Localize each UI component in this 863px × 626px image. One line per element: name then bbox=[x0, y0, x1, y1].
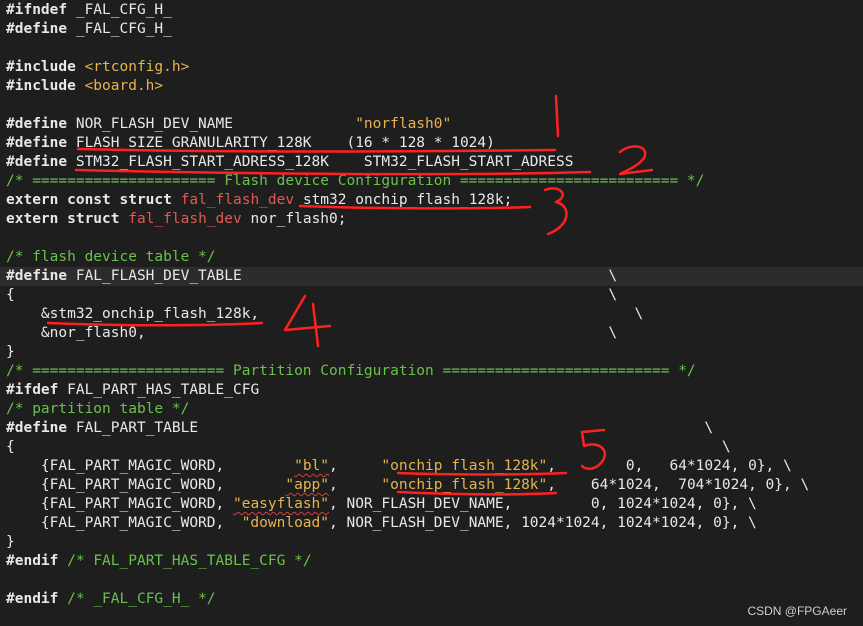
code-line[interactable]: #define FAL_PART_TABLE \ bbox=[0, 419, 863, 438]
code-line[interactable]: {FAL_PART_MAGIC_WORD, "app", "onchip_fla… bbox=[0, 476, 863, 495]
code-line[interactable] bbox=[0, 96, 863, 115]
code-type: fal_flash_dev bbox=[180, 192, 295, 208]
code-string: "onchip_flash_128k" bbox=[381, 458, 548, 474]
code-text: {FAL_PART_MAGIC_WORD, bbox=[6, 458, 295, 474]
code-line[interactable]: #endif /* _FAL_CFG_H_ */ bbox=[0, 590, 863, 609]
code-text: &nor_flash0, \ bbox=[6, 325, 618, 341]
code-string: <board.h> bbox=[84, 78, 164, 94]
code-keyword: #define bbox=[6, 268, 68, 284]
code-string: "app" bbox=[285, 477, 330, 493]
code-keyword: #ifndef bbox=[6, 2, 68, 18]
code-keyword: #ifdef bbox=[6, 382, 59, 398]
code-comment: /* FAL_PART_HAS_TABLE_CFG */ bbox=[67, 553, 312, 569]
code-keyword: #define bbox=[6, 135, 68, 151]
code-line[interactable]: #define STM32_FLASH_START_ADRESS_128K ST… bbox=[0, 153, 863, 172]
code-line[interactable]: {FAL_PART_MAGIC_WORD, "bl", "onchip_flas… bbox=[0, 457, 863, 476]
code-keyword: extern struct bbox=[6, 211, 120, 227]
code-line[interactable]: extern const struct fal_flash_dev stm32_… bbox=[0, 191, 863, 210]
code-line[interactable]: /* flash device table */ bbox=[0, 248, 863, 267]
code-text: &stm32_onchip_flash_128k, \ bbox=[6, 306, 644, 322]
code-line[interactable]: #ifndef _FAL_CFG_H_ bbox=[0, 1, 863, 20]
code-text: _FAL_CFG_H_ bbox=[67, 2, 172, 18]
code-text: nor_flash0; bbox=[241, 211, 347, 227]
code-line[interactable]: #define FLASH_SIZE_GRANULARITY_128K (16 … bbox=[0, 134, 863, 153]
code-keyword: #endif bbox=[6, 591, 59, 607]
code-string: <rtconfig.h> bbox=[84, 59, 190, 75]
code-comment: /* ===================== Flash device Co… bbox=[6, 173, 705, 189]
code-text: FLASH_SIZE_GRANULARITY_128K (16 * 128 * … bbox=[67, 135, 495, 151]
code-text: FAL_PART_HAS_TABLE_CFG bbox=[58, 382, 260, 398]
code-keyword: #include bbox=[6, 78, 76, 94]
code-line[interactable]: #define FAL_FLASH_DEV_TABLE \ bbox=[0, 267, 863, 286]
code-text: { \ bbox=[6, 439, 731, 455]
code-string: "easyflash" bbox=[232, 496, 330, 512]
code-string: "onchip_flash_128k" bbox=[381, 477, 548, 493]
code-line[interactable]: extern struct fal_flash_dev nor_flash0; bbox=[0, 210, 863, 229]
code-comment: /* partition table */ bbox=[6, 401, 190, 417]
code-text: stm32_onchip_flash_128k; bbox=[294, 192, 513, 208]
code-text: { \ bbox=[6, 287, 618, 303]
code-keyword: #define bbox=[6, 154, 68, 170]
code-string: "download" bbox=[241, 515, 330, 531]
code-text: {FAL_PART_MAGIC_WORD, bbox=[6, 477, 286, 493]
code-text: _FAL_CFG_H_ bbox=[67, 21, 172, 37]
code-line[interactable]: #endif /* FAL_PART_HAS_TABLE_CFG */ bbox=[0, 552, 863, 571]
code-line[interactable]: } bbox=[0, 533, 863, 552]
code-line[interactable]: /* ===================== Flash device Co… bbox=[0, 172, 863, 191]
code-string: "bl" bbox=[294, 458, 330, 474]
code-line[interactable]: { \ bbox=[0, 286, 863, 305]
code-text: STM32_FLASH_START_ADRESS_128K STM32_FLAS… bbox=[67, 154, 574, 170]
code-line[interactable]: #define NOR_FLASH_DEV_NAME "norflash0" bbox=[0, 115, 863, 134]
code-line[interactable]: {FAL_PART_MAGIC_WORD, "download", NOR_FL… bbox=[0, 514, 863, 533]
code-keyword: #define bbox=[6, 21, 68, 37]
code-text: {FAL_PART_MAGIC_WORD, bbox=[6, 515, 242, 531]
watermark: CSDN @FPGAeer bbox=[747, 604, 847, 618]
code-text: NOR_FLASH_DEV_NAME bbox=[67, 116, 356, 132]
code-line[interactable]: #ifdef FAL_PART_HAS_TABLE_CFG bbox=[0, 381, 863, 400]
code-text: FAL_FLASH_DEV_TABLE \ bbox=[67, 268, 618, 284]
code-line[interactable]: &nor_flash0, \ bbox=[0, 324, 863, 343]
code-text: , NOR_FLASH_DEV_NAME, 0, 1024*1024, 0}, … bbox=[329, 496, 757, 512]
code-text: {FAL_PART_MAGIC_WORD, bbox=[6, 496, 233, 512]
code-line[interactable]: {FAL_PART_MAGIC_WORD, "easyflash", NOR_F… bbox=[0, 495, 863, 514]
code-line[interactable]: { \ bbox=[0, 438, 863, 457]
code-line[interactable] bbox=[0, 39, 863, 58]
code-keyword: extern const struct bbox=[6, 192, 172, 208]
code-text: FAL_PART_TABLE \ bbox=[67, 420, 714, 436]
code-keyword: #endif bbox=[6, 553, 59, 569]
code-comment: /* ====================== Partition Conf… bbox=[6, 363, 696, 379]
code-line[interactable]: #include <rtconfig.h> bbox=[0, 58, 863, 77]
code-line[interactable]: /* partition table */ bbox=[0, 400, 863, 419]
code-text: , 0, 64*1024, 0}, \ bbox=[547, 458, 792, 474]
code-line[interactable]: #include <board.h> bbox=[0, 77, 863, 96]
code-line[interactable]: /* ====================== Partition Conf… bbox=[0, 362, 863, 381]
code-keyword: #define bbox=[6, 116, 68, 132]
code-text: , bbox=[329, 458, 382, 474]
code-line[interactable] bbox=[0, 229, 863, 248]
code-text: , 64*1024, 704*1024, 0}, \ bbox=[547, 477, 810, 493]
code-string: "norflash0" bbox=[355, 116, 452, 132]
code-text: , NOR_FLASH_DEV_NAME, 1024*1024, 1024*10… bbox=[329, 515, 757, 531]
code-line[interactable] bbox=[0, 571, 863, 590]
code-line[interactable]: &stm32_onchip_flash_128k, \ bbox=[0, 305, 863, 324]
code-keyword: #define bbox=[6, 420, 68, 436]
code-text: } bbox=[6, 344, 15, 360]
code-text: , bbox=[329, 477, 382, 493]
code-text: } bbox=[6, 534, 15, 550]
code-keyword: #include bbox=[6, 59, 76, 75]
code-line[interactable]: } bbox=[0, 343, 863, 362]
code-line[interactable]: #define _FAL_CFG_H_ bbox=[0, 20, 863, 39]
code-type: fal_flash_dev bbox=[128, 211, 242, 227]
code-comment: /* _FAL_CFG_H_ */ bbox=[67, 591, 216, 607]
code-comment: /* flash device table */ bbox=[6, 249, 216, 265]
code-editor[interactable]: #ifndef _FAL_CFG_H_ #define _FAL_CFG_H_ #i… bbox=[0, 0, 863, 626]
